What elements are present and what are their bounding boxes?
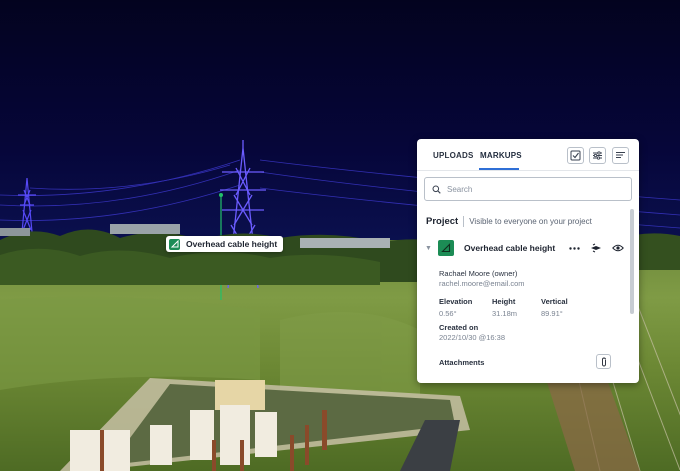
scene-markup-label-text: Overhead cable height	[186, 239, 278, 249]
created-value: 2022/10/30 @16:38	[439, 333, 506, 342]
active-tab-indicator	[479, 168, 519, 170]
tab-markups[interactable]: MARKUPS	[480, 151, 522, 160]
ruler-icon	[438, 240, 454, 256]
ruler-icon	[169, 238, 180, 250]
stat-height: Height 31.18m	[492, 297, 517, 318]
filter-button[interactable]	[589, 147, 606, 164]
tab-uploads[interactable]: UPLOADS	[433, 151, 474, 160]
stat-value: 0.56°	[439, 309, 457, 318]
search-icon	[432, 185, 441, 194]
more-options-icon[interactable]	[567, 241, 581, 255]
measure-point-top	[219, 193, 223, 197]
fly-to-icon[interactable]	[589, 241, 603, 255]
checklist-icon	[570, 150, 581, 161]
stat-label: Elevation	[439, 297, 473, 306]
project-title: Project	[426, 216, 459, 227]
power-tower-far	[18, 177, 36, 233]
divider	[463, 216, 465, 227]
search-input[interactable]	[447, 184, 617, 194]
markups-panel: UPLOADS MARKUPS Search Project Visible t…	[417, 139, 639, 383]
select-markups-button[interactable]	[567, 147, 584, 164]
collapse-caret-icon[interactable]: ▼	[425, 245, 435, 252]
scene-markup-label[interactable]: Overhead cable height	[166, 236, 284, 252]
paperclip-icon	[601, 357, 606, 366]
add-attachment-button[interactable]	[596, 354, 611, 369]
attachments-label: Attachments	[439, 358, 485, 367]
markup-actions	[567, 241, 625, 255]
stat-value: 89.91°	[541, 309, 563, 318]
stat-label: Vertical	[541, 297, 568, 306]
sort-lines-icon	[616, 152, 625, 158]
markup-owner-email: rachel.moore@email.com	[439, 279, 525, 288]
sort-button[interactable]	[612, 147, 629, 164]
markup-item-header[interactable]: ▼ Overhead cable height	[425, 238, 625, 258]
markup-title: Overhead cable height	[464, 243, 556, 253]
stat-vertical: Vertical 89.91°	[541, 297, 568, 318]
project-visibility: Visible to everyone on your project	[469, 217, 592, 226]
stat-value: 31.18m	[492, 309, 518, 318]
stat-label: Height	[492, 297, 516, 306]
project-section-header: Project Visible to everyone on your proj…	[426, 216, 592, 227]
visibility-eye-icon[interactable]	[611, 241, 625, 255]
search-field[interactable]	[424, 177, 632, 201]
filter-sliders-icon	[593, 151, 602, 160]
scrollbar-thumb[interactable]	[630, 209, 634, 314]
stat-elevation: Elevation 0.56°	[439, 297, 472, 318]
panel-tabs: UPLOADS MARKUPS	[417, 139, 639, 171]
created-label: Created on	[439, 323, 479, 332]
markup-owner: Rachael Moore (owner)	[439, 269, 518, 278]
